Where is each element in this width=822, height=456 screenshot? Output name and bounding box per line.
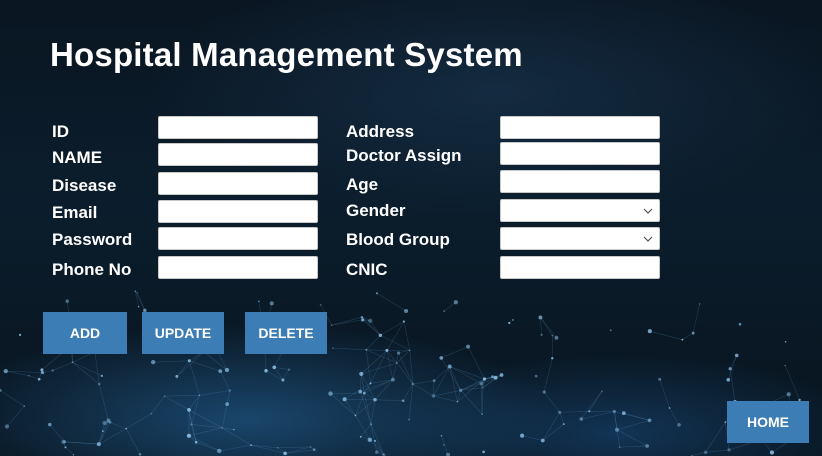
id-field[interactable] — [158, 116, 318, 139]
name-label: NAME — [52, 148, 103, 167]
chevron-down-icon — [643, 236, 653, 242]
doctor-assign-label: Doctor Assign — [346, 146, 462, 165]
home-button[interactable]: HOME — [727, 401, 809, 443]
email-field[interactable] — [158, 200, 318, 223]
phone-field[interactable] — [158, 256, 318, 279]
disease-field[interactable] — [158, 172, 318, 195]
update-button[interactable]: UPDATE — [142, 312, 224, 354]
address-label: Address — [346, 122, 415, 141]
phone-label: Phone No — [52, 260, 132, 279]
add-button[interactable]: ADD — [43, 312, 127, 354]
password-field[interactable] — [158, 227, 318, 250]
name-field[interactable] — [158, 143, 318, 166]
id-label: ID — [52, 122, 69, 141]
age-label: Age — [346, 175, 379, 194]
gender-select[interactable] — [500, 199, 660, 222]
gender-label: Gender — [346, 201, 406, 220]
doctor-assign-field[interactable] — [500, 142, 660, 165]
age-field[interactable] — [500, 170, 660, 193]
password-label: Password — [52, 230, 133, 249]
cnic-label: CNIC — [346, 260, 388, 279]
disease-label: Disease — [52, 176, 117, 195]
email-label: Email — [52, 203, 98, 222]
page-title: Hospital Management System — [50, 36, 523, 73]
blood-group-select[interactable] — [500, 227, 660, 250]
chevron-down-icon — [643, 208, 653, 214]
blood-group-label: Blood Group — [346, 230, 450, 249]
delete-button[interactable]: DELETE — [245, 312, 327, 354]
address-field[interactable] — [500, 116, 660, 139]
cnic-field[interactable] — [500, 256, 660, 279]
